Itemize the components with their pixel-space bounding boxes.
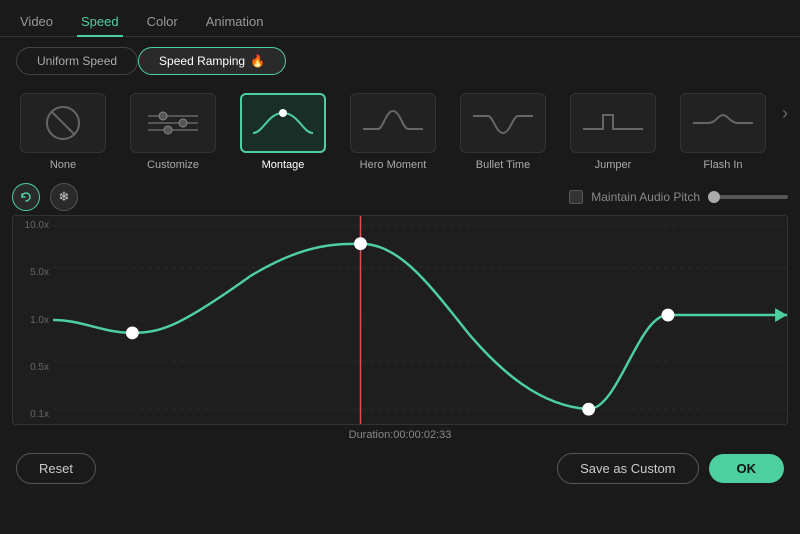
control-point-4[interactable] (662, 309, 674, 321)
duration-bar: Duration:00:00:02:33 (0, 425, 800, 445)
presets-row: None Customize Montage (0, 85, 800, 179)
control-point-1[interactable] (126, 327, 138, 339)
save-as-custom-button[interactable]: Save as Custom (557, 453, 698, 484)
controls-row: ❄ Maintain Audio Pitch (0, 179, 800, 215)
speed-curve (53, 244, 787, 409)
fire-icon: 🔥 (250, 54, 265, 68)
chart-svg-container (53, 216, 787, 424)
tab-speed[interactable]: Speed (77, 8, 123, 37)
y-axis-labels: 10.0x 5.0x 1.0x 0.5x 0.1x (13, 216, 53, 424)
preset-bullet-time-label: Bullet Time (476, 159, 530, 171)
bottom-bar: Reset Save as Custom OK (0, 445, 800, 492)
undo-button[interactable] (12, 183, 40, 211)
preset-jumper-label: Jumper (595, 159, 632, 171)
duration-text: Duration:00:00:02:33 (349, 429, 452, 441)
mode-switcher: Uniform Speed Speed Ramping 🔥 (0, 37, 800, 85)
scroll-right-arrow[interactable]: › (782, 93, 788, 124)
preset-hero-moment-label: Hero Moment (360, 159, 427, 171)
preset-hero-moment[interactable]: Hero Moment (342, 93, 444, 171)
uniform-speed-button[interactable]: Uniform Speed (16, 47, 138, 75)
audio-pitch-label: Maintain Audio Pitch (591, 190, 700, 204)
pitch-toggle-checkbox[interactable] (569, 190, 583, 204)
speed-ramping-button[interactable]: Speed Ramping 🔥 (138, 47, 286, 75)
ok-button[interactable]: OK (709, 454, 785, 483)
right-buttons: Save as Custom OK (557, 453, 784, 484)
preset-montage-label: Montage (262, 159, 305, 171)
y-label-1: 1.0x (13, 315, 49, 326)
preset-customize-label: Customize (147, 159, 199, 171)
control-point-3[interactable] (583, 403, 595, 415)
audio-pitch-control: Maintain Audio Pitch (569, 190, 788, 204)
y-label-5: 5.0x (13, 267, 49, 278)
preset-none[interactable]: None (12, 93, 114, 171)
top-tab-bar: Video Speed Color Animation (0, 0, 800, 37)
pitch-slider-thumb (708, 191, 720, 203)
tab-color[interactable]: Color (143, 8, 182, 37)
freeze-button[interactable]: ❄ (50, 183, 78, 211)
speed-chart: 10.0x 5.0x 1.0x 0.5x 0.1x (12, 215, 788, 425)
y-label-01: 0.1x (13, 409, 49, 420)
pitch-slider[interactable] (708, 195, 788, 199)
tab-animation[interactable]: Animation (202, 8, 268, 37)
control-point-2[interactable] (355, 238, 367, 250)
chart-curve-svg (53, 216, 787, 424)
reset-button[interactable]: Reset (16, 453, 96, 484)
preset-flash-in[interactable]: Flash In (672, 93, 774, 171)
preset-bullet-time[interactable]: Bullet Time (452, 93, 554, 171)
preset-montage[interactable]: Montage (232, 93, 334, 171)
preset-flash-in-label: Flash In (703, 159, 742, 171)
preset-jumper[interactable]: Jumper (562, 93, 664, 171)
tab-video[interactable]: Video (16, 8, 57, 37)
preset-customize[interactable]: Customize (122, 93, 224, 171)
preset-none-label: None (50, 159, 76, 171)
y-label-05: 0.5x (13, 362, 49, 373)
y-label-10: 10.0x (13, 220, 49, 231)
